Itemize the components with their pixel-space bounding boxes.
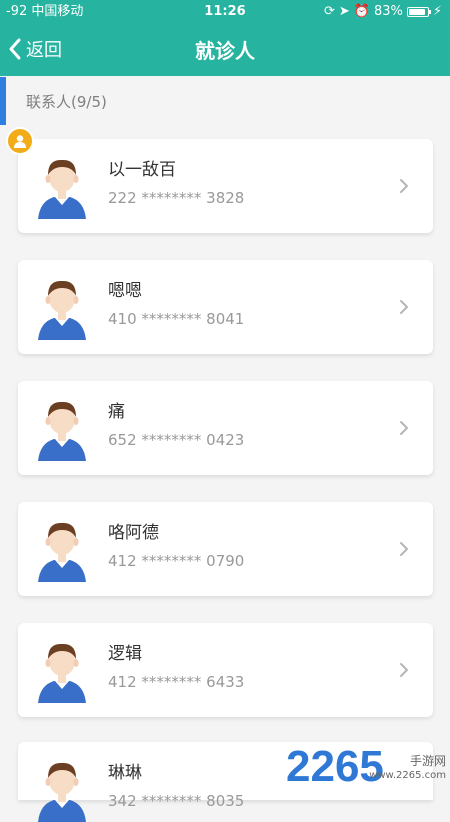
patient-id: 342 ******** 8035 <box>108 792 245 810</box>
avatar-boy-icon <box>38 522 86 582</box>
patient-card[interactable]: 嗯嗯 410 ******** 8041 <box>18 260 433 354</box>
watermark-logo: 2265 手游网 www.2265.com <box>286 742 446 796</box>
patient-card[interactable]: 以一敌百 222 ******** 3828 <box>18 139 433 233</box>
chevron-right-icon <box>400 421 408 435</box>
patient-name: 琳琳 <box>108 763 142 783</box>
avatar-boy-icon <box>38 280 86 340</box>
avatar-boy-icon <box>38 762 86 822</box>
chevron-right-icon <box>400 663 408 677</box>
patient-id: 412 ******** 6433 <box>108 673 245 691</box>
patient-name: 以一敌百 <box>108 160 176 180</box>
patient-name: 痛 <box>108 402 125 422</box>
chevron-right-icon <box>400 179 408 193</box>
patient-id: 410 ******** 8041 <box>108 310 245 328</box>
chevron-right-icon <box>400 300 408 314</box>
avatar-boy-icon <box>38 159 86 219</box>
patient-name: 逻辑 <box>108 644 142 664</box>
patient-card[interactable]: 咯阿德 412 ******** 0790 <box>18 502 433 596</box>
person-icon <box>14 135 26 148</box>
chevron-right-icon <box>400 542 408 556</box>
owner-badge <box>6 127 34 155</box>
watermark-sub: 手游网 <box>409 754 446 768</box>
patient-list: 以一敌百 222 ******** 3828 嗯嗯 410 ******** 8… <box>0 0 450 822</box>
watermark-number: 2265 <box>286 742 384 791</box>
patient-name: 咯阿德 <box>108 523 159 543</box>
patient-name: 嗯嗯 <box>108 281 142 301</box>
avatar-boy-icon <box>38 643 86 703</box>
patient-card[interactable]: 逻辑 412 ******** 6433 <box>18 623 433 717</box>
avatar-boy-icon <box>38 401 86 461</box>
patient-id: 412 ******** 0790 <box>108 552 245 570</box>
patient-id: 222 ******** 3828 <box>108 189 245 207</box>
patient-id: 652 ******** 0423 <box>108 431 245 449</box>
patient-card[interactable]: 痛 652 ******** 0423 <box>18 381 433 475</box>
watermark-url: www.2265.com <box>369 770 446 781</box>
